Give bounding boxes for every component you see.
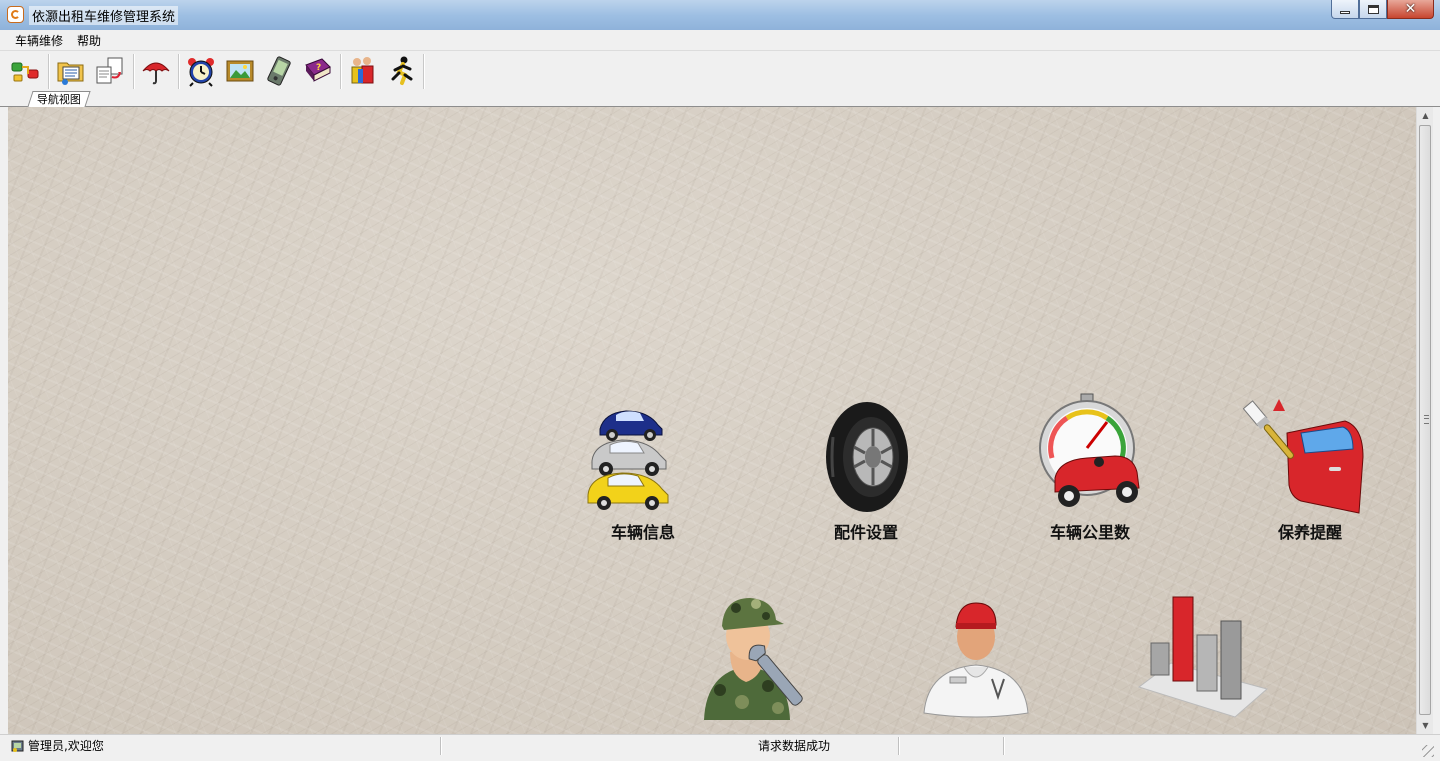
toolbar-connect-button[interactable] bbox=[10, 55, 42, 87]
vertical-scrollbar[interactable]: ▲ ▼ bbox=[1416, 107, 1434, 734]
users-icon bbox=[351, 57, 374, 84]
minimize-button[interactable] bbox=[1331, 0, 1359, 19]
status-bar: 管理员,欢迎您 请求数据成功 bbox=[0, 734, 1440, 761]
close-icon: ✕ bbox=[1404, 1, 1417, 17]
nav-label: 保养提醒 bbox=[1277, 523, 1342, 542]
cars-icon bbox=[587, 410, 669, 510]
scroll-up-icon[interactable]: ▲ bbox=[1417, 107, 1434, 124]
nav-parts-settings[interactable]: 配件设置 bbox=[791, 397, 941, 557]
toolbar: ? bbox=[0, 51, 1440, 91]
repairman-icon bbox=[923, 602, 1029, 718]
mechanic-soldier-icon bbox=[704, 598, 803, 720]
nav-label: 车辆信息 bbox=[610, 523, 675, 542]
picture-frame-icon bbox=[226, 60, 254, 82]
umbrella-icon bbox=[142, 62, 170, 85]
resize-grip-icon[interactable] bbox=[1422, 745, 1434, 757]
menu-help[interactable]: 帮助 bbox=[77, 32, 101, 49]
toolbar-users-button[interactable] bbox=[347, 55, 379, 87]
bar-chart-icon bbox=[1137, 596, 1269, 718]
toolbar-folder-button[interactable] bbox=[55, 55, 87, 87]
toolbar-umbrella-button[interactable] bbox=[140, 55, 172, 87]
help-book-icon: ? bbox=[305, 58, 331, 82]
connect-icon bbox=[11, 62, 39, 82]
alarm-clock-icon bbox=[188, 58, 214, 87]
nav-maintenance-reminder[interactable]: 保养提醒 bbox=[1235, 397, 1385, 557]
close-button[interactable]: ✕ bbox=[1387, 0, 1434, 19]
paint-door-icon bbox=[1242, 399, 1364, 514]
menu-vehicle-repair[interactable]: 车辆维修 bbox=[15, 32, 63, 49]
tab-navigation-view[interactable]: 导航视图 bbox=[27, 91, 91, 107]
status-user-text: 管理员,欢迎您 bbox=[28, 739, 104, 753]
exchange-docs-icon bbox=[96, 57, 123, 84]
app-logo-icon[interactable] bbox=[7, 6, 24, 23]
nav-label: 配件设置 bbox=[833, 523, 898, 542]
status-message: 请求数据成功 bbox=[758, 739, 831, 753]
nav-statistics[interactable] bbox=[1131, 591, 1281, 721]
nav-vehicle-info[interactable]: 车辆信息 bbox=[568, 397, 718, 557]
scroll-down-icon[interactable]: ▼ bbox=[1417, 717, 1434, 734]
maximize-icon bbox=[1367, 4, 1379, 14]
speedometer-car-icon bbox=[1039, 393, 1140, 507]
maximize-button[interactable] bbox=[1359, 0, 1387, 19]
title-bar: 依灏出租车维修管理系统 ✕ bbox=[0, 0, 1440, 31]
svg-text:?: ? bbox=[316, 63, 321, 73]
toolbar-exit-button[interactable] bbox=[386, 55, 418, 87]
nav-mechanic[interactable] bbox=[690, 590, 840, 720]
nav-label: 车辆公里数 bbox=[1049, 523, 1130, 542]
tire-icon bbox=[826, 402, 908, 512]
toolbar-help-button[interactable]: ? bbox=[302, 55, 334, 87]
pda-icon bbox=[267, 56, 291, 86]
toolbar-alarm-button[interactable] bbox=[185, 55, 217, 87]
toolbar-picture-button[interactable] bbox=[224, 55, 256, 87]
menu-bar: 车辆维修 帮助 bbox=[0, 30, 1440, 51]
nav-vehicle-mileage[interactable]: 车辆公里数 bbox=[1015, 392, 1165, 557]
folder-list-icon bbox=[57, 62, 84, 85]
minimize-icon bbox=[1340, 10, 1350, 14]
nav-repairman[interactable] bbox=[900, 597, 1050, 722]
user-status-icon bbox=[11, 740, 24, 752]
navigation-view: 车辆信息 配件设置 车辆公里数 保养提醒 bbox=[8, 107, 1416, 734]
toolbar-exchange-button[interactable] bbox=[94, 55, 126, 87]
tab-label: 导航视图 bbox=[36, 93, 81, 106]
tab-strip: 导航视图 bbox=[0, 91, 1440, 107]
exit-runner-icon bbox=[391, 56, 413, 85]
scroll-thumb[interactable] bbox=[1419, 125, 1431, 715]
window-controls: ✕ bbox=[1331, 0, 1434, 20]
toolbar-pda-button[interactable] bbox=[263, 55, 295, 87]
window-title: 依灏出租车维修管理系统 bbox=[29, 6, 179, 25]
